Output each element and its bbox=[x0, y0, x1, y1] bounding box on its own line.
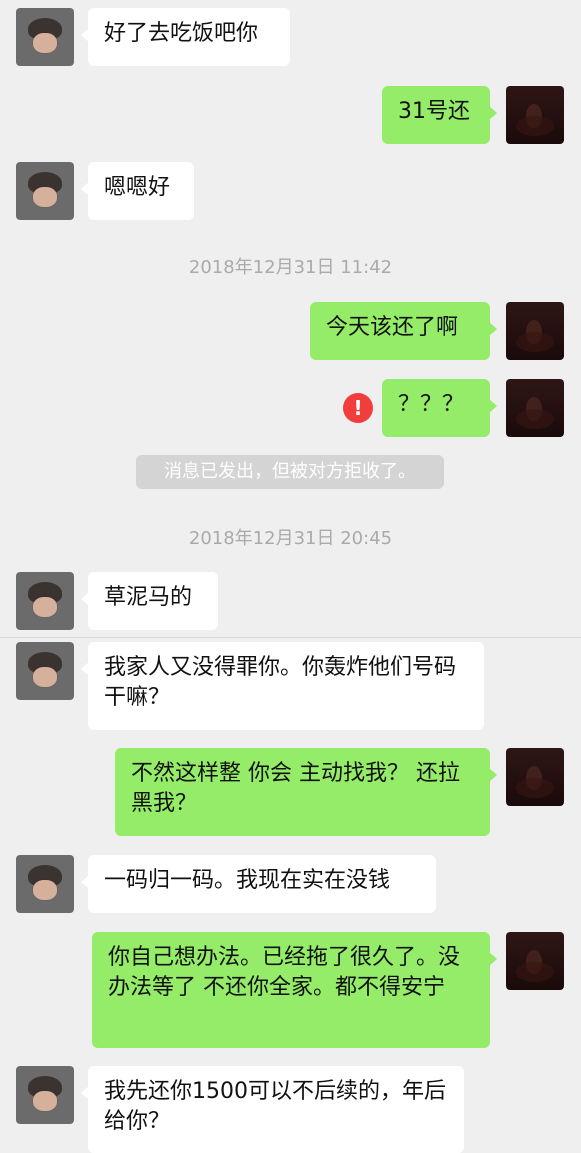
message-row-incoming: 好了去吃饭吧你 bbox=[0, 8, 581, 66]
system-message: 消息已发出，但被对方拒收了。 bbox=[136, 455, 444, 489]
outgoing-message-bubble[interactable]: 你自己想办法。已经拖了很久了。没办法等了 不还你全家。都不得安宁 bbox=[92, 932, 497, 1048]
contact-avatar[interactable] bbox=[16, 8, 74, 66]
self-avatar[interactable] bbox=[506, 302, 564, 360]
incoming-message-bubble[interactable]: 草泥马的 bbox=[81, 572, 218, 630]
message-row-incoming: 一码归一码。我现在实在没钱 bbox=[0, 855, 581, 913]
outgoing-message-bubble[interactable]: 不然这样整 你会 主动找我？ 还拉黑我？ bbox=[115, 748, 497, 836]
error-icon[interactable]: ! bbox=[343, 393, 373, 423]
incoming-message-bubble[interactable]: 我家人又没得罪你。你轰炸他们号码干嘛？ bbox=[81, 642, 484, 730]
timestamp: 2018年12月31日 20:45 bbox=[188, 528, 393, 549]
outgoing-message-bubble[interactable]: 31号还 bbox=[382, 86, 497, 144]
message-row-outgoing: 31号还 bbox=[0, 86, 581, 144]
message-row-outgoing: 不然这样整 你会 主动找我？ 还拉黑我？ bbox=[0, 748, 581, 836]
message-row-incoming: 嗯嗯好 bbox=[0, 162, 581, 220]
incoming-message-bubble[interactable]: 嗯嗯好 bbox=[81, 162, 194, 220]
self-avatar[interactable] bbox=[506, 86, 564, 144]
chat-screen: 好了去吃饭吧你 31号还 嗯嗯好 2018年12月31日 11:42 今天该还了… bbox=[0, 0, 581, 1153]
timestamp: 2018年12月31日 11:42 bbox=[188, 257, 393, 278]
message-row-incoming: 我先还你1500可以不后续的，年后给你？ bbox=[0, 1066, 581, 1153]
outgoing-message-bubble[interactable]: 今天该还了啊 bbox=[310, 302, 497, 360]
self-avatar[interactable] bbox=[506, 379, 564, 437]
contact-avatar[interactable] bbox=[16, 572, 74, 630]
incoming-message-bubble[interactable]: 一码归一码。我现在实在没钱 bbox=[81, 855, 436, 913]
message-row-incoming: 我家人又没得罪你。你轰炸他们号码干嘛？ bbox=[0, 642, 581, 730]
self-avatar[interactable] bbox=[506, 932, 564, 990]
message-row-outgoing: 你自己想办法。已经拖了很久了。没办法等了 不还你全家。都不得安宁 bbox=[0, 932, 581, 1048]
contact-avatar[interactable] bbox=[16, 1066, 74, 1124]
chat-divider bbox=[0, 637, 581, 638]
incoming-message-bubble[interactable]: 好了去吃饭吧你 bbox=[81, 8, 290, 66]
incoming-message-bubble[interactable]: 我先还你1500可以不后续的，年后给你？ bbox=[81, 1066, 464, 1153]
message-row-incoming: 草泥马的 bbox=[0, 572, 581, 630]
contact-avatar[interactable] bbox=[16, 162, 74, 220]
self-avatar[interactable] bbox=[506, 748, 564, 806]
message-row-outgoing-failed: ! ？？？ bbox=[0, 379, 581, 437]
contact-avatar[interactable] bbox=[16, 642, 74, 700]
outgoing-message-bubble[interactable]: ？？？ bbox=[382, 379, 497, 437]
message-row-outgoing: 今天该还了啊 bbox=[0, 302, 581, 360]
contact-avatar[interactable] bbox=[16, 855, 74, 913]
